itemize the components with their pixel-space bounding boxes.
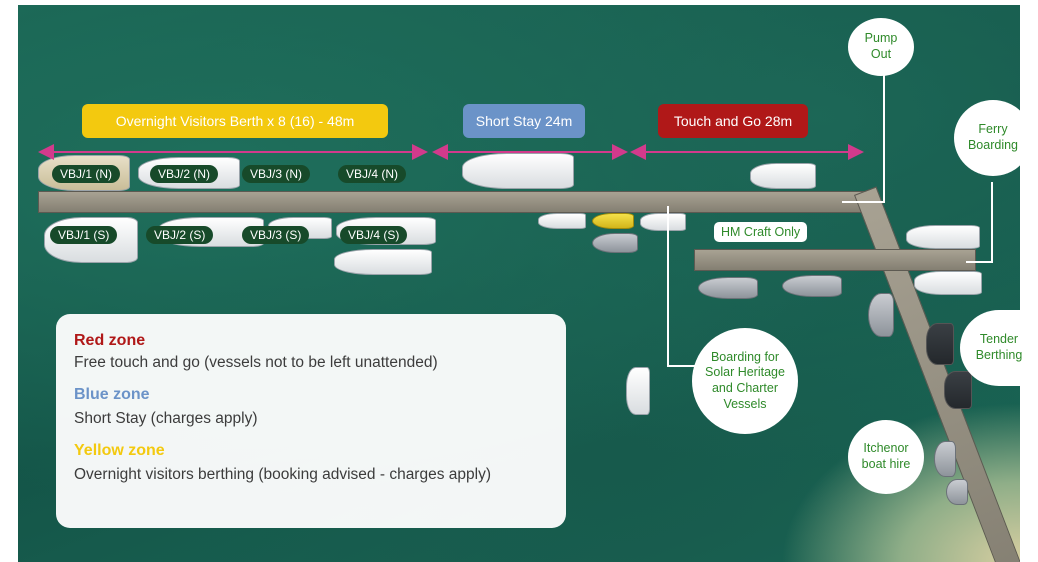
- legend-blue-desc: Short Stay (charges apply): [74, 410, 258, 427]
- berth-tag-north: VBJ/3 (N): [242, 165, 311, 183]
- ferry-line: [966, 182, 993, 263]
- ferry-line-2: Boarding: [967, 138, 1019, 152]
- pump-out-line: [842, 72, 885, 203]
- pump-out-line-2: Out: [870, 47, 892, 61]
- pump-out-callout: Pump Out: [848, 18, 914, 76]
- short-stay-zone-label: Short Stay 24m: [463, 104, 585, 138]
- solar-line-4: Vessels: [723, 396, 767, 411]
- solar-heritage-callout: Boarding for Solar Heritage and Charter Ves…: [692, 328, 798, 434]
- hm-craft-label: HM Craft Only: [714, 222, 808, 242]
- berth-tag-north: VBJ/4 (N): [338, 165, 407, 183]
- legend-yellow-desc: Overnight visitors berthing (booking adv…: [74, 466, 491, 483]
- legend-yellow-title: Yellow zone: [74, 442, 165, 459]
- zone-legend: Red zone Free touch and go (vessels not …: [56, 314, 566, 528]
- solar-line: [667, 206, 700, 367]
- ferry-line-1: Ferry: [978, 122, 1008, 137]
- itchenor-line-2: boat hire: [861, 457, 911, 471]
- tender-line-1: Tender: [979, 332, 1019, 347]
- legend-blue-title: Blue zone: [74, 386, 150, 403]
- berth-tag-south: VBJ/1 (S): [50, 226, 118, 244]
- berth-tag-south: VBJ/3 (S): [242, 226, 310, 244]
- itchenor-line-1: Itchenor: [863, 441, 909, 456]
- solar-line-2: Solar Heritage: [705, 365, 785, 380]
- ferry-boarding-callout: Ferry Boarding: [954, 100, 1032, 176]
- berth-tag-south: VBJ/2 (S): [146, 226, 214, 244]
- berth-tag-north: VBJ/2 (N): [150, 165, 219, 183]
- overnight-zone-label: Overnight Visitors Berth x 8 (16) - 48m: [82, 104, 388, 138]
- solar-line-1: Boarding for: [710, 349, 780, 364]
- legend-red-title: Red zone: [74, 332, 146, 349]
- touch-go-zone-label: Touch and Go 28m: [658, 104, 808, 138]
- legend-red-desc: Free touch and go (vessels not to be lef…: [74, 354, 438, 371]
- berth-tag-north: VBJ/1 (N): [52, 165, 121, 183]
- tender-line-2: Berthing: [975, 348, 1023, 362]
- berth-tag-south: VBJ/4 (S): [340, 226, 408, 244]
- pump-out-line-1: Pump: [864, 31, 898, 46]
- itchenor-boat-hire-callout: Itchenor boat hire: [848, 420, 924, 494]
- solar-line-3: and Charter: [711, 381, 778, 395]
- tender-berthing-callout: Tender Berthing: [960, 310, 1038, 386]
